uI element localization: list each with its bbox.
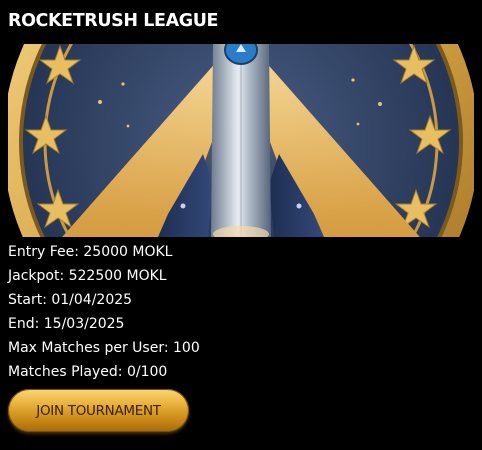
tournament-info: Entry Fee: 25000 MOKL Jackpot: 522500 MO… (8, 240, 200, 384)
start-date-text: Start: 01/04/2025 (8, 292, 133, 308)
matches-played-text: Matches Played: 0/100 (8, 364, 168, 380)
tournament-banner-image (8, 44, 474, 237)
page-title: ROCKETRUSH LEAGUE (8, 11, 219, 31)
jackpot-text: Jackpot: 522500 MOKL (8, 268, 167, 284)
join-tournament-button[interactable]: JOIN TOURNAMENT (8, 389, 189, 432)
max-matches-text: Max Matches per User: 100 (8, 340, 200, 356)
entry-fee-text: Entry Fee: 25000 MOKL (8, 244, 173, 260)
end-date-text: End: 15/03/2025 (8, 316, 125, 332)
